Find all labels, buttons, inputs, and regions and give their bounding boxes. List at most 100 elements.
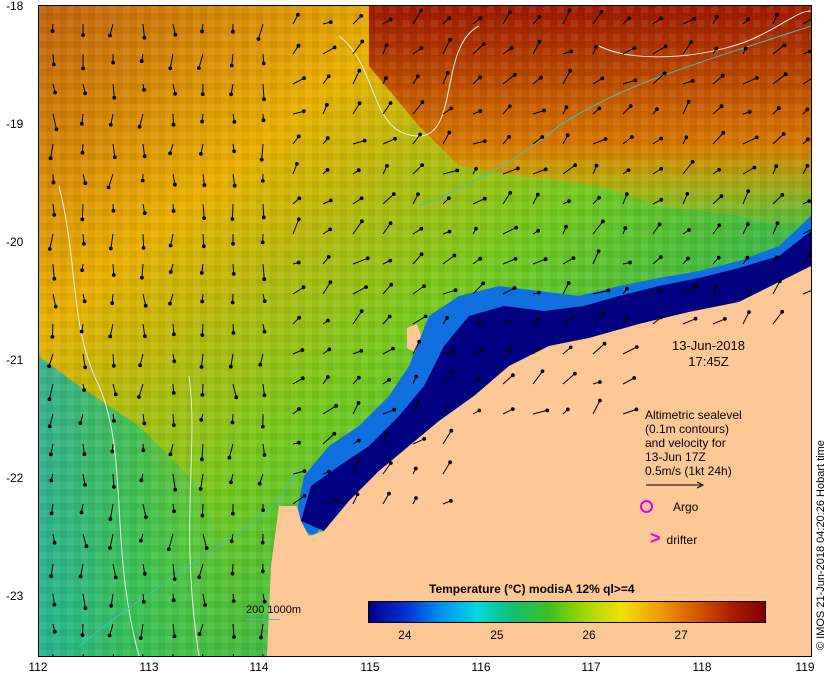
velocity-arrow-head (296, 217, 301, 222)
colorbar-tick-label: 27 (674, 628, 688, 642)
velocity-arrow-head (172, 577, 177, 581)
velocity-arrow (81, 203, 84, 220)
velocity-arrow-head (693, 316, 698, 321)
velocity-arrow-head (138, 636, 143, 640)
velocity-arrow-head (625, 315, 629, 320)
velocity-arrow-head (296, 12, 300, 17)
velocity-arrow-head (455, 168, 460, 173)
velocity-arrow-head (356, 438, 361, 443)
velocity-arrow-head (625, 286, 629, 291)
velocity-arrow-head (51, 180, 56, 185)
velocity-arrow-head (52, 629, 57, 634)
velocity-arrow-head (602, 311, 606, 316)
velocity-arrow-head (780, 193, 785, 197)
y-tick-label: -21 (6, 353, 24, 367)
velocity-arrow-head (141, 448, 146, 453)
velocity-arrow-head (447, 16, 452, 21)
velocity-arrow-head (567, 199, 571, 204)
velocity-arrow-head (229, 92, 234, 97)
velocity-arrow-head (197, 632, 202, 636)
velocity-arrow-head (112, 419, 116, 423)
velocity-arrow-head (387, 491, 391, 496)
velocity-arrow-head (543, 167, 548, 172)
velocity-arrow-head (232, 120, 237, 124)
velocity-arrow-head (536, 317, 541, 321)
velocity-arrow-head (746, 17, 750, 22)
velocity-arrow-head (50, 334, 55, 339)
velocity-arrow-head (80, 633, 85, 637)
velocity-arrow-head (565, 407, 570, 412)
velocity-arrow-head (234, 395, 239, 400)
velocity-arrow-head (332, 431, 337, 436)
velocity-arrow-head (257, 481, 262, 486)
credit-text: © IMOS 21-Jun-2018 04:20:26 Hobart time (815, 440, 827, 650)
velocity-arrow-head (262, 299, 267, 304)
velocity-arrow-head (805, 107, 810, 112)
velocity-arrow-head (80, 217, 85, 222)
velocity-arrow-head (629, 135, 634, 139)
velocity-arrow-head (230, 29, 235, 34)
velocity-arrow-head (229, 539, 234, 544)
date-time-block: 13-Jun-2018 17:45Z (672, 338, 745, 370)
velocity-arrow-head (47, 397, 52, 402)
velocity-arrow-head (231, 241, 235, 246)
velocity-arrow-head (202, 216, 207, 221)
velocity-arrow-head (295, 162, 299, 166)
velocity-arrow-head (775, 221, 780, 226)
argo-marker-icon (640, 500, 653, 513)
y-tick-label: -23 (6, 589, 24, 603)
velocity-arrow-head (655, 107, 659, 112)
velocity-arrow-head (714, 46, 719, 51)
velocity-arrow-head (568, 68, 572, 73)
velocity-arrow-head (49, 511, 54, 516)
velocity-arrow-head (200, 29, 204, 34)
velocity-arrow-head (356, 401, 361, 405)
velocity-arrow-head (356, 375, 361, 380)
velocity-arrow-head (659, 16, 664, 21)
velocity-arrow-head (537, 15, 542, 19)
velocity-arrow-head (258, 362, 263, 367)
velocity-arrow-head (807, 199, 811, 203)
velocity-arrow-head (172, 359, 177, 364)
velocity-arrow-head (204, 546, 209, 550)
velocity-arrow-head (325, 103, 329, 107)
velocity-arrow-head (362, 138, 367, 143)
velocity-arrow-head (173, 182, 177, 187)
velocity-arrow-head (328, 20, 333, 25)
velocity-arrow (51, 323, 54, 337)
velocity-arrow-head (227, 455, 232, 460)
velocity-arrow-head (384, 76, 388, 80)
velocity-arrow-head (139, 538, 143, 543)
velocity-arrow-head (260, 569, 265, 574)
velocity-arrow-head (606, 288, 611, 293)
velocity-arrow-head (566, 281, 571, 285)
velocity-arrow-head (325, 375, 330, 379)
velocity-arrow-head (388, 221, 393, 226)
velocity-arrow-head (391, 192, 396, 197)
velocity-arrow-head (142, 35, 147, 40)
velocity-arrow-head (80, 268, 84, 273)
velocity-arrow-head (261, 508, 266, 513)
velocity-arrow-head (139, 478, 144, 483)
velocity-arrow-head (82, 299, 87, 304)
velocity-arrow-head (389, 282, 394, 287)
velocity-arrow-head (746, 189, 751, 194)
velocity-arrow-head (51, 62, 56, 67)
velocity-arrow-head (450, 369, 455, 374)
velocity-arrow-head (113, 575, 118, 580)
velocity-arrow-head (387, 378, 392, 382)
velocity-arrow-head (302, 469, 307, 474)
velocity-arrow-head (599, 9, 604, 14)
velocity-arrow-head (445, 71, 450, 75)
velocity-arrow-head (332, 45, 337, 50)
velocity-arrow-head (325, 168, 330, 172)
velocity-arrow-head (200, 299, 205, 304)
velocity-arrow-head (807, 253, 811, 258)
velocity-arrow-head (448, 499, 453, 503)
velocity-arrow-head (385, 431, 390, 435)
velocity-arrow-head (260, 179, 265, 183)
velocity-arrow-head (774, 255, 779, 260)
velocity-arrow-head (388, 461, 393, 465)
velocity-arrow-head (540, 135, 545, 139)
x-tick-label: 119 (795, 660, 815, 674)
